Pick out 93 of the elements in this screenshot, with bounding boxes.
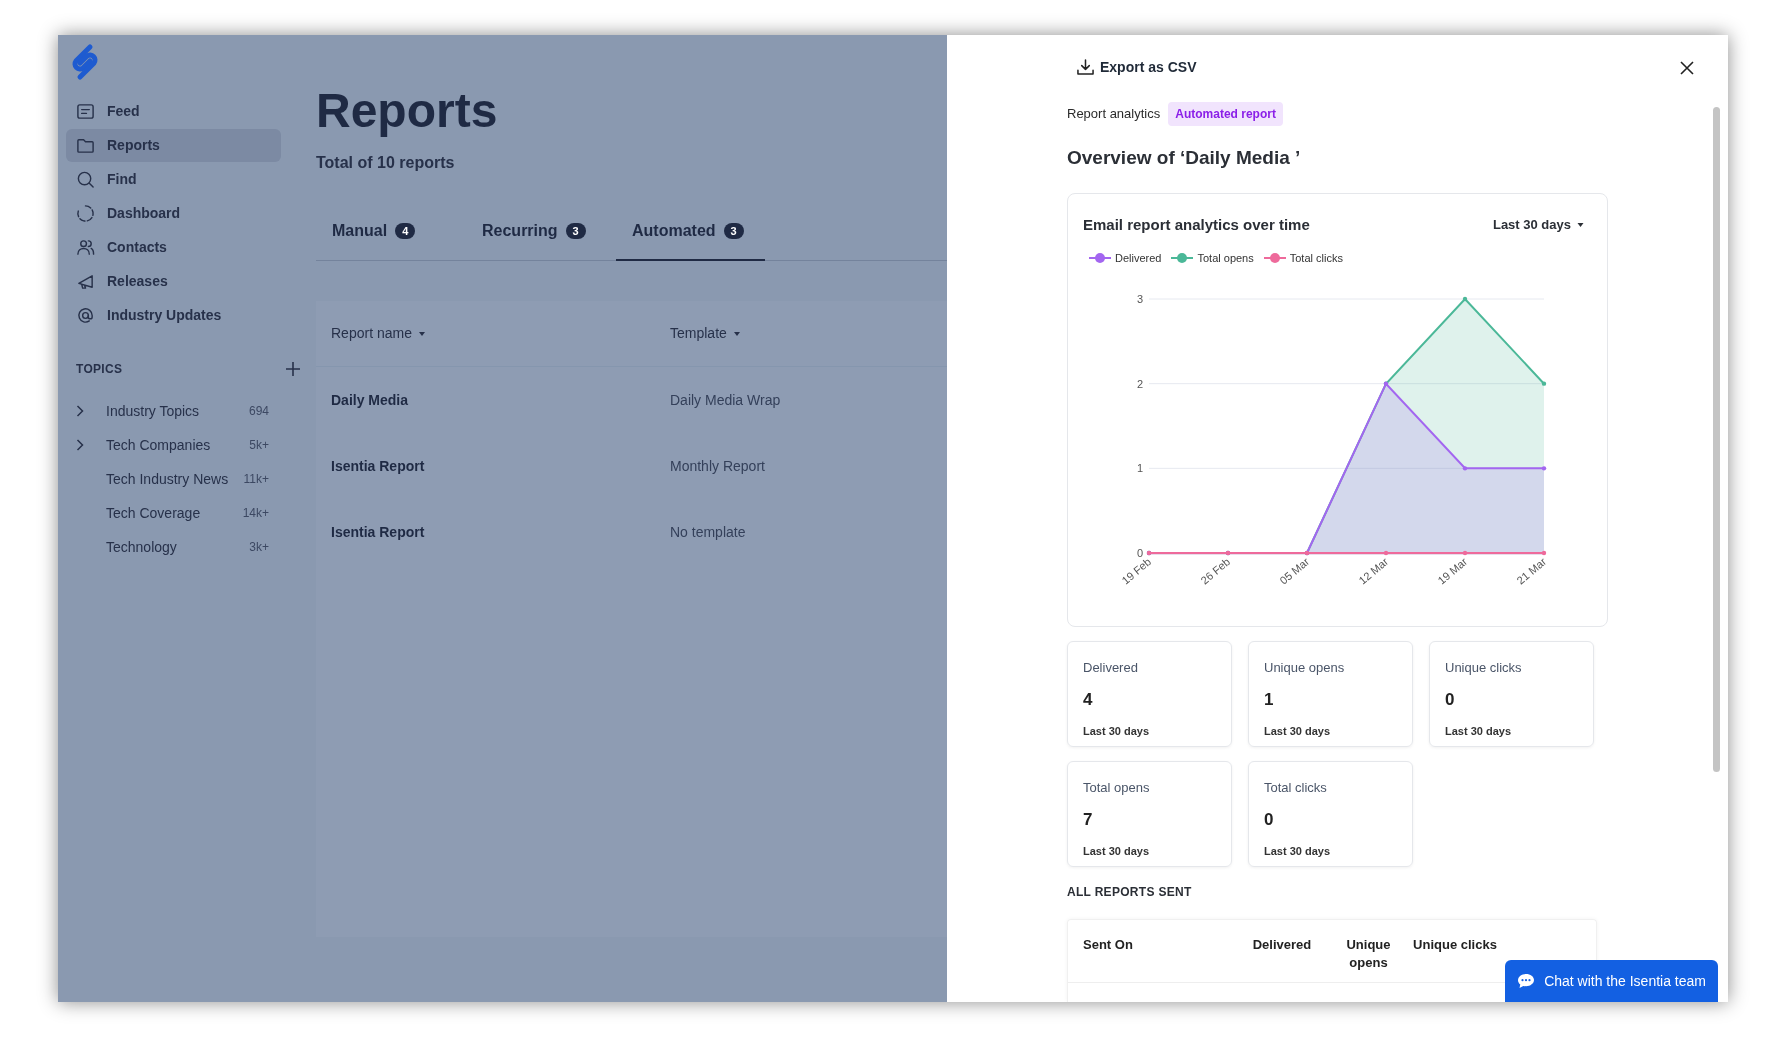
topic-item[interactable]: Industry Topics (106, 400, 249, 422)
range-dropdown[interactable]: Last 30 days (1492, 215, 1584, 235)
column-header: Unique opens (1345, 935, 1392, 972)
chevron-right-icon[interactable] (76, 405, 84, 417)
column-header: Delivered (1251, 935, 1313, 954)
stat-value: 0 (1445, 689, 1456, 711)
nav-item[interactable]: Dashboard (66, 197, 281, 230)
caret-icon (418, 331, 425, 336)
search-icon (76, 170, 95, 189)
chevron-right-icon[interactable] (76, 439, 84, 451)
stat-period: Last 30 days (1083, 843, 1151, 859)
stat-label: Unique clicks (1445, 658, 1523, 677)
column-header: Sent On (1083, 935, 1134, 954)
add-icon[interactable] (286, 362, 300, 376)
nav-item[interactable]: Find (66, 163, 281, 196)
x-tick-label: 21 Mar (1514, 554, 1549, 587)
y-tick-label: 0 (1136, 546, 1143, 559)
nav-item[interactable]: Releases (66, 265, 281, 298)
stat-label: Delivered (1083, 658, 1139, 677)
overview-heading: Overview of ‘Daily Media ’ (1067, 146, 1302, 170)
section-heading: ALL REPORTS SENT (1067, 883, 1193, 901)
x-tick-label: 12 Mar (1356, 554, 1391, 587)
section-heading: TOPICS (76, 361, 123, 378)
nav-item[interactable]: Contacts (66, 231, 281, 264)
megaphone-icon (76, 272, 95, 291)
y-tick-label: 2 (1136, 377, 1143, 390)
table-cell-text: Monthly Report (670, 456, 765, 476)
scrollbar[interactable] (1713, 107, 1720, 772)
stat-period: Last 30 days (1083, 723, 1151, 739)
stat-period: Last 30 days (1264, 843, 1332, 859)
chat-bubble-icon (1517, 973, 1536, 989)
stat-period: Last 30 days (1445, 723, 1513, 739)
table-cell-text: Isentia Report (331, 522, 426, 542)
stat-value: 1 (1264, 689, 1275, 711)
x-tick-label: 19 Mar (1435, 554, 1470, 587)
nav-item[interactable]: Reports (66, 129, 281, 162)
count-badge: 3 (723, 223, 744, 239)
tab[interactable]: Manual 4 (316, 203, 441, 261)
y-tick-label: 3 (1136, 292, 1143, 305)
topic-item[interactable]: Tech Industry News (106, 468, 244, 490)
topic-count: 694 (248, 403, 269, 420)
legend-marker (1089, 253, 1111, 264)
chart-title: Email report analytics over time (1083, 214, 1310, 235)
legend-label: Total clicks (1289, 251, 1343, 266)
legend-marker (1263, 253, 1286, 264)
topic-count: 5k+ (249, 437, 269, 454)
stat-value: 0 (1264, 809, 1275, 831)
caret-icon (733, 331, 740, 336)
nav-item[interactable]: Industry Updates (66, 299, 281, 332)
topic-count: 3k+ (249, 539, 269, 556)
report-type-badge: Automated report (1168, 102, 1283, 126)
stat-label: Total opens (1083, 778, 1151, 797)
stat-period: Last 30 days (1264, 723, 1332, 739)
export-button[interactable]: Export as CSV (1077, 57, 1197, 78)
chat-button[interactable]: Chat with the Isentia team (1505, 960, 1718, 1002)
page-subtitle: Total of 10 reports (316, 153, 456, 173)
table-cell-text: Isentia Report (331, 456, 426, 476)
legend-label: Delivered (1115, 251, 1162, 266)
x-tick-label: 05 Mar (1277, 554, 1312, 587)
y-tick-label: 1 (1136, 461, 1143, 474)
stat-value: 7 (1083, 809, 1094, 831)
legend-marker (1171, 253, 1194, 264)
count-badge: 4 (395, 223, 416, 239)
column-header: Unique clicks (1412, 935, 1498, 954)
stat-label: Total clicks (1264, 778, 1328, 797)
topic-item[interactable]: Tech Coverage (106, 502, 243, 524)
page-title: Reports (316, 87, 499, 135)
dashboard-icon (76, 204, 95, 223)
caret-icon (1577, 222, 1584, 227)
topic-item[interactable]: Tech Companies (106, 434, 250, 456)
close-icon[interactable] (1680, 60, 1694, 75)
breadcrumb: Report analytics (1067, 105, 1161, 124)
tab[interactable]: Recurring 3 (466, 203, 591, 261)
stat-value: 4 (1083, 689, 1094, 711)
folder-icon (76, 136, 95, 155)
topic-count: 14k+ (242, 505, 269, 522)
legend-label: Total opens (1197, 251, 1254, 266)
tab[interactable]: Automated 3 (616, 203, 765, 261)
topic-item[interactable]: Technology (106, 536, 250, 558)
table-cell-text: Daily Media Wrap (670, 390, 781, 410)
download-icon (1077, 59, 1094, 76)
table-cell-text: No template (670, 522, 746, 542)
count-badge: 3 (565, 223, 586, 239)
column-header[interactable]: Template (670, 323, 740, 344)
people-icon (76, 238, 95, 257)
table-cell-text: Daily Media (331, 390, 410, 410)
nav-item[interactable]: Feed (66, 95, 281, 128)
x-tick-label: 26 Feb (1198, 554, 1233, 587)
topic-count: 11k+ (243, 471, 269, 488)
feed-icon (76, 102, 95, 121)
stat-label: Unique opens (1264, 658, 1346, 677)
column-header[interactable]: Report name (331, 323, 670, 344)
at-sign-icon (76, 306, 95, 325)
